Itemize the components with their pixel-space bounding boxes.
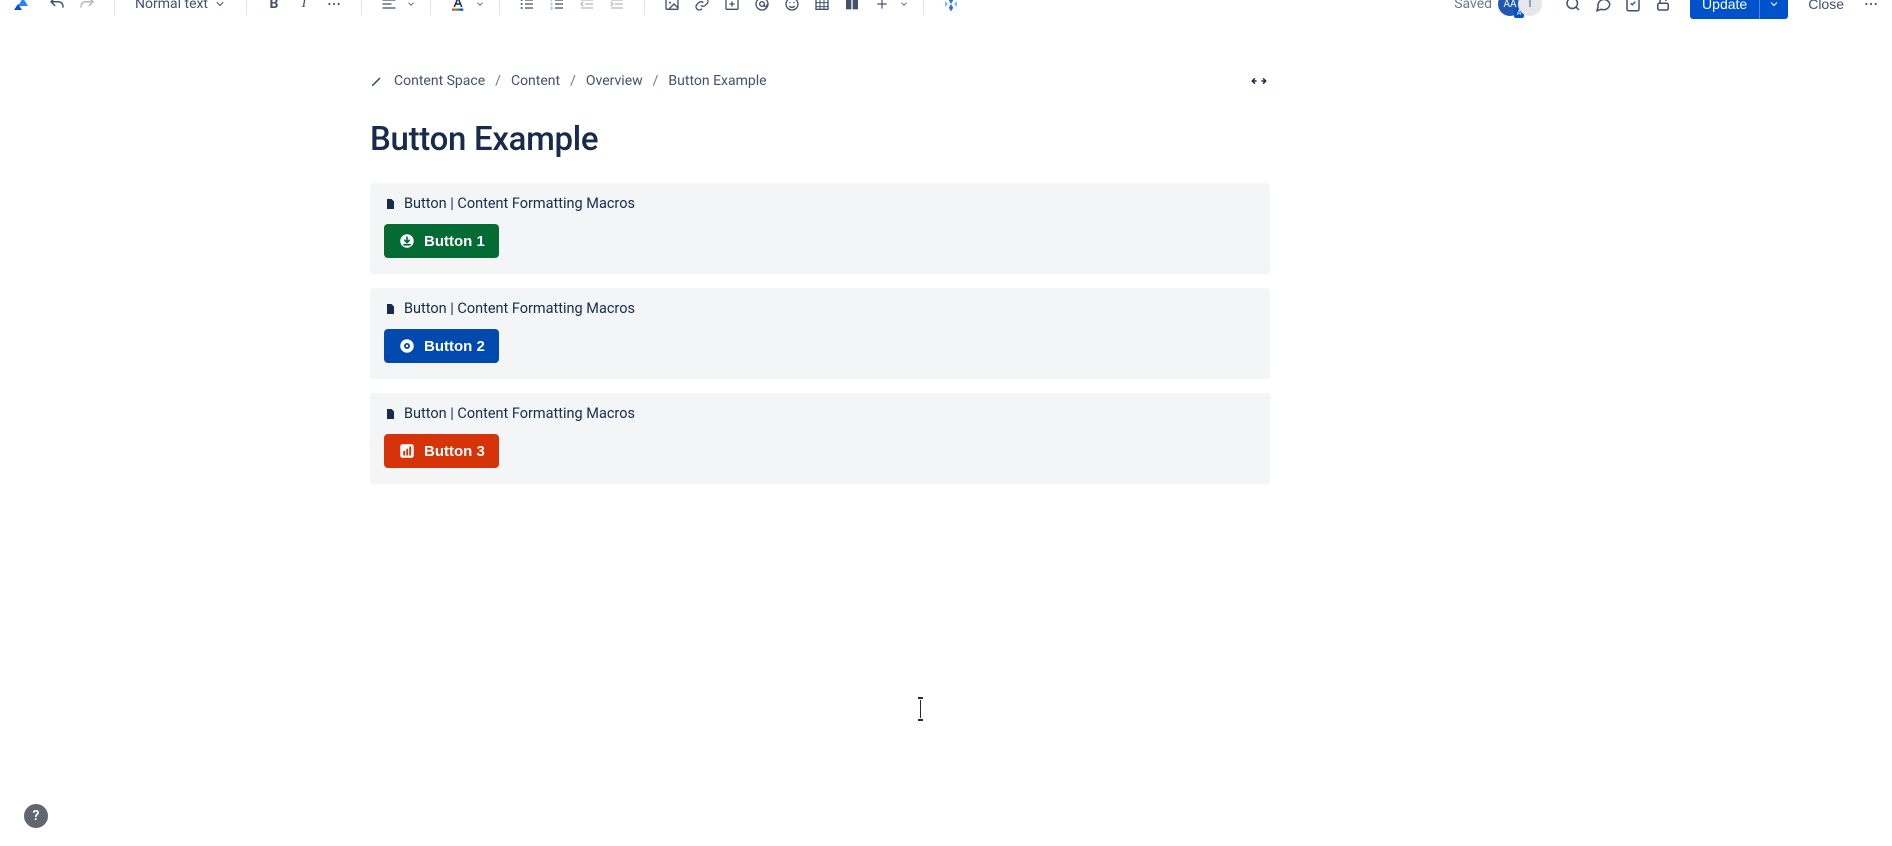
align-dropdown[interactable]: [376, 0, 402, 17]
layouts-button[interactable]: [839, 0, 865, 17]
update-dropdown-button[interactable]: [1759, 0, 1788, 19]
redo-button[interactable]: [74, 0, 100, 17]
undo-button[interactable]: [44, 0, 70, 17]
toolbar-divider: [430, 0, 431, 15]
breadcrumb-separator: /: [570, 73, 576, 89]
comments-button[interactable]: [1590, 0, 1616, 17]
editor-toolbar: Normal text B I 123: [0, 0, 1892, 14]
breadcrumb: Content Space / Content / Overview / But…: [370, 73, 767, 89]
chevron-down-icon: [475, 0, 485, 9]
breadcrumb-separator: /: [653, 73, 659, 89]
toolbar-divider: [361, 0, 362, 15]
avatar-stack[interactable]: AA A I: [1502, 0, 1542, 16]
search-icon: [1564, 0, 1582, 13]
toolbar-divider: [923, 0, 924, 15]
toolbar-divider: [114, 0, 115, 15]
update-button[interactable]: Update: [1690, 0, 1759, 19]
macro-button-label: Button 2: [424, 338, 485, 355]
emoji-button[interactable]: [779, 0, 805, 17]
breadcrumb-item[interactable]: Overview: [586, 73, 643, 89]
macro-block[interactable]: Button | Content Formatting Macros Butto…: [370, 288, 1270, 379]
macro-label-text: Button | Content Formatting Macros: [404, 195, 635, 212]
kebab-icon: [1863, 0, 1879, 12]
breadcrumb-item[interactable]: Content Space: [394, 73, 485, 89]
save-status-label: Saved: [1454, 0, 1492, 12]
close-button[interactable]: Close: [1798, 0, 1854, 12]
mention-button[interactable]: [749, 0, 775, 17]
macro-label-row: Button | Content Formatting Macros: [384, 195, 1256, 212]
numbered-list-button[interactable]: 123: [544, 0, 570, 17]
bullet-list-button[interactable]: [514, 0, 540, 17]
macro-block[interactable]: Button | Content Formatting Macros Butto…: [370, 183, 1270, 274]
macro-button-1[interactable]: Button 1: [384, 224, 499, 258]
document-icon: [384, 302, 396, 316]
macro-label-text: Button | Content Formatting Macros: [404, 405, 635, 422]
toolbar-divider: [246, 0, 247, 15]
tasks-button[interactable]: [1620, 0, 1646, 17]
restrictions-button[interactable]: [1650, 0, 1676, 17]
breadcrumb-separator: /: [495, 73, 501, 89]
chevron-down-icon: [406, 0, 416, 9]
download-circle-icon: [398, 232, 416, 250]
more-formatting-button[interactable]: [321, 0, 347, 17]
chevron-down-icon: [214, 0, 226, 10]
macro-button-2[interactable]: Button 2: [384, 329, 499, 363]
chevron-down-icon: [1768, 0, 1780, 10]
italic-button[interactable]: I: [291, 0, 317, 17]
breadcrumb-item[interactable]: Content: [511, 73, 560, 89]
page-title[interactable]: Button Example: [370, 120, 1270, 159]
text-color-button[interactable]: [445, 0, 471, 17]
macro-block[interactable]: Button | Content Formatting Macros Butto…: [370, 393, 1270, 484]
unlock-icon: [1654, 0, 1672, 13]
attachment-button[interactable]: [719, 0, 745, 17]
macro-button-label: Button 3: [424, 443, 485, 460]
svg-text:3: 3: [550, 5, 552, 10]
macro-label-row: Button | Content Formatting Macros: [384, 300, 1256, 317]
text-style-label: Normal text: [135, 0, 208, 12]
chart-square-icon: [398, 442, 416, 460]
toolbar-divider: [499, 0, 500, 15]
macro-button-3[interactable]: Button 3: [384, 434, 499, 468]
table-button[interactable]: [809, 0, 835, 17]
collaborate-button[interactable]: [938, 0, 964, 17]
bold-button[interactable]: B: [261, 0, 287, 17]
insert-dropdown[interactable]: [869, 0, 895, 17]
arrows-horizontal-icon: [1248, 72, 1270, 90]
link-button[interactable]: [689, 0, 715, 17]
indent-button[interactable]: [604, 0, 630, 17]
update-button-group: Update: [1690, 0, 1788, 19]
search-button[interactable]: [1560, 0, 1586, 17]
macro-label-text: Button | Content Formatting Macros: [404, 300, 635, 317]
outdent-button[interactable]: [574, 0, 600, 17]
toolbar-divider: [644, 0, 645, 15]
pencil-icon: [370, 74, 384, 88]
page: Content Space / Content / Overview / But…: [370, 72, 1270, 484]
eye-circle-icon: [398, 337, 416, 355]
chevron-down-icon: [899, 0, 909, 9]
text-style-dropdown[interactable]: Normal text: [129, 0, 232, 12]
editor-text-cursor: [920, 700, 921, 718]
task-icon: [1624, 0, 1642, 13]
help-button[interactable]: ?: [24, 804, 48, 828]
macro-label-row: Button | Content Formatting Macros: [384, 405, 1256, 422]
page-header-row: Content Space / Content / Overview / But…: [370, 72, 1270, 90]
image-button[interactable]: [659, 0, 685, 17]
document-icon: [384, 407, 396, 421]
document-icon: [384, 197, 396, 211]
app-logo[interactable]: [8, 0, 40, 20]
breadcrumb-item[interactable]: Button Example: [668, 73, 766, 89]
content-width-toggle[interactable]: [1248, 72, 1270, 90]
macro-button-label: Button 1: [424, 233, 485, 250]
comment-icon: [1594, 0, 1612, 13]
more-actions-button[interactable]: [1858, 0, 1884, 17]
